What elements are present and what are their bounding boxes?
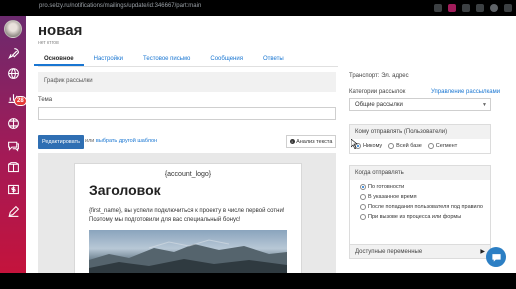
browser-bar: pro.selzy.ru/notifications/mailings/upda… bbox=[0, 0, 516, 16]
radio-icon[interactable] bbox=[360, 214, 366, 220]
radio-label: Всей базе bbox=[396, 143, 422, 149]
radio-icon[interactable] bbox=[360, 204, 366, 210]
radio-label: Сегмент bbox=[435, 143, 458, 149]
radio-label: После попадания пользователя под правило bbox=[368, 204, 483, 210]
when-option-process[interactable]: При вызове из процесса или формы bbox=[360, 214, 480, 220]
email-heading: Заголовок bbox=[89, 182, 161, 198]
mouse-cursor-icon bbox=[351, 139, 358, 149]
dollar-icon bbox=[7, 184, 19, 194]
who-option-all[interactable]: Всей базе bbox=[388, 143, 422, 149]
who-option-nobody[interactable]: Никому bbox=[355, 143, 382, 149]
chevron-right-icon: ▶ bbox=[480, 249, 485, 255]
when-panel: Когда отправлять По готовности В указанн… bbox=[349, 165, 491, 247]
variables-label: Доступные переменные bbox=[355, 249, 423, 255]
radio-label: При вызове из процесса или формы bbox=[368, 214, 462, 220]
sidebar-item-package[interactable] bbox=[5, 160, 21, 174]
tab-test-email[interactable]: Тестовое письмо bbox=[133, 52, 200, 66]
categories-selected: Общие рассылки bbox=[355, 102, 403, 108]
page-subtitle: нет ктгов bbox=[38, 40, 59, 46]
extension-icon[interactable] bbox=[462, 4, 470, 12]
sidebar-item-globe[interactable] bbox=[5, 66, 21, 80]
sidebar: 28 bbox=[0, 16, 27, 273]
choose-template-link[interactable]: выбрать другой шаблон bbox=[96, 138, 157, 144]
menu-icon[interactable] bbox=[504, 4, 512, 12]
info-icon: i bbox=[289, 139, 295, 144]
radio-icon[interactable] bbox=[427, 143, 434, 149]
email-body: {first_name}, вы успели подключиться к п… bbox=[89, 208, 285, 223]
when-panel-title: Когда отправлять bbox=[350, 166, 490, 180]
categories-label: Категории рассылок bbox=[349, 89, 406, 95]
subject-input[interactable] bbox=[38, 107, 336, 120]
extension-icon[interactable] bbox=[434, 4, 442, 12]
extension-icon[interactable] bbox=[448, 4, 456, 12]
tabs-divider bbox=[38, 66, 338, 67]
radio-label: В указанное время bbox=[368, 194, 417, 200]
chat-bubble-icon bbox=[491, 253, 501, 262]
notification-badge: 28 bbox=[14, 96, 27, 106]
chat-widget-button[interactable] bbox=[486, 247, 506, 267]
title-area: новая нет ктгов bbox=[38, 22, 82, 46]
or-text: или bbox=[85, 138, 95, 144]
tab-messages[interactable]: Сообщения bbox=[200, 52, 253, 66]
who-option-segment[interactable]: Сегмент bbox=[427, 143, 458, 149]
categories-select[interactable]: Общие рассылки ▼ bbox=[349, 98, 491, 111]
avatar[interactable] bbox=[4, 20, 22, 38]
when-option-rule[interactable]: После попадания пользователя под правило bbox=[360, 204, 483, 210]
sidebar-item-edit[interactable] bbox=[5, 204, 21, 218]
chat-icon bbox=[7, 141, 19, 152]
transport-label: Транспорт: Эл. адрес bbox=[349, 73, 409, 79]
package-icon bbox=[7, 161, 19, 172]
rocket-icon bbox=[7, 47, 19, 59]
radio-icon[interactable] bbox=[388, 143, 395, 149]
tabs: Основное Настройки Тестовое письмо Сообщ… bbox=[34, 52, 294, 66]
template-choice: или выбрать другой шаблон bbox=[85, 138, 157, 144]
email-logo-placeholder: {account_logo} bbox=[164, 171, 212, 178]
who-panel-title: Кому отправлять (Пользователи) bbox=[350, 125, 490, 139]
email-preview[interactable]: {account_logo} Заголовок {first_name}, в… bbox=[74, 163, 302, 273]
schedule-section[interactable]: График рассылки bbox=[38, 72, 336, 92]
puzzle-icon[interactable] bbox=[476, 4, 484, 12]
sidebar-item-chat[interactable] bbox=[5, 138, 21, 152]
tab-replies[interactable]: Ответы bbox=[253, 52, 294, 66]
editor-toolbar: Редактировать или выбрать другой шаблон … bbox=[38, 135, 336, 149]
sidebar-item-globe-alt[interactable] bbox=[5, 116, 21, 130]
extension-icons bbox=[434, 4, 512, 12]
email-mountain-image bbox=[89, 230, 287, 273]
tab-main[interactable]: Основное bbox=[34, 52, 84, 66]
subject-label: Тема bbox=[38, 97, 53, 103]
tab-settings[interactable]: Настройки bbox=[84, 52, 133, 66]
edit-icon bbox=[8, 205, 19, 217]
sidebar-item-dollar[interactable] bbox=[5, 182, 21, 196]
when-option-scheduled[interactable]: В указанное время bbox=[360, 194, 480, 200]
main-panel: новая нет ктгов Основное Настройки Тесто… bbox=[26, 16, 516, 273]
who-options: Никому Всей базе Сегмент bbox=[350, 139, 490, 153]
globe-icon bbox=[7, 67, 19, 79]
radio-icon[interactable] bbox=[360, 194, 366, 200]
page-title: новая bbox=[38, 22, 83, 39]
variables-bar[interactable]: Доступные переменные ▶ bbox=[349, 244, 491, 259]
radio-icon[interactable] bbox=[360, 184, 366, 190]
chevron-down-icon: ▼ bbox=[482, 102, 487, 108]
address-bar[interactable]: pro.selzy.ru/notifications/mailings/upda… bbox=[39, 3, 201, 9]
sidebar-item-rocket[interactable] bbox=[5, 46, 21, 60]
profile-icon[interactable] bbox=[490, 4, 498, 12]
radio-label: Никому bbox=[363, 143, 383, 149]
when-option-ready[interactable]: По готовности bbox=[360, 184, 480, 190]
when-options: По готовности В указанное время После по… bbox=[350, 180, 490, 224]
manage-mailings-link[interactable]: Управление рассылками bbox=[431, 89, 500, 95]
bottom-bar bbox=[0, 273, 516, 289]
globe-alt-icon bbox=[7, 117, 19, 129]
text-analysis-label: Анализ текста bbox=[296, 139, 333, 145]
radio-label: По готовности bbox=[368, 184, 405, 190]
edit-button[interactable]: Редактировать bbox=[38, 135, 84, 149]
text-analysis-button[interactable]: i Анализ текста bbox=[286, 135, 336, 148]
who-panel: Кому отправлять (Пользователи) Никому Вс… bbox=[349, 124, 491, 154]
